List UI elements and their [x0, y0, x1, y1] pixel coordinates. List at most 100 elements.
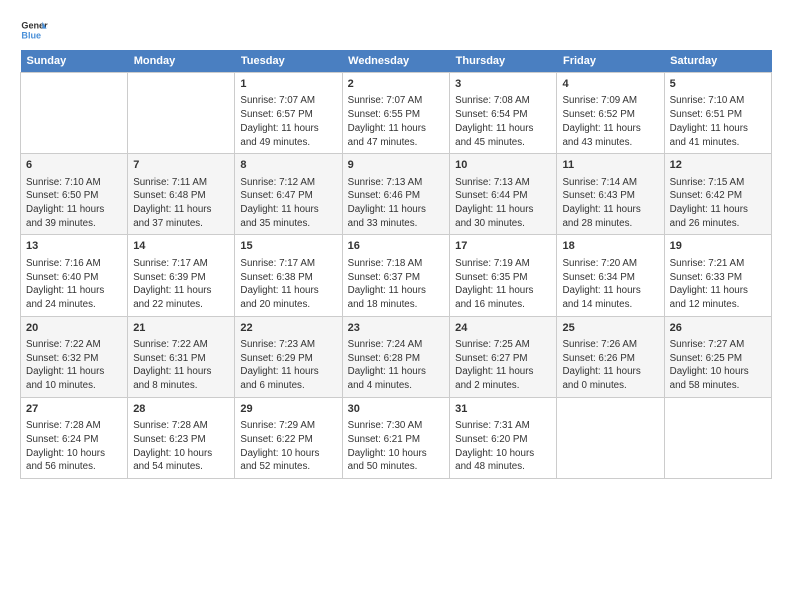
day-header-thursday: Thursday: [450, 50, 557, 73]
calendar-cell: 23Sunrise: 7:24 AM Sunset: 6:28 PM Dayli…: [342, 316, 450, 397]
day-info: Sunrise: 7:17 AM Sunset: 6:39 PM Dayligh…: [133, 257, 229, 312]
calendar-cell: 31 Sunrise: 7:31 AM Sunset: 6:20 PM Dayli…: [450, 397, 557, 478]
calendar-cell: 22 Sunrise: 7:23 AM Sunset: 6:29 PM Dayli…: [235, 316, 342, 397]
day-header-sunday: Sunday: [21, 50, 128, 73]
calendar-cell: 11 Sunrise: 7:14 AM Sunset: 6:43 PM Dayli…: [557, 154, 664, 235]
calendar-cell: 29 Sunrise: 7:29 AM Sunset: 6:22 PM Dayli…: [235, 397, 342, 478]
day-number: 28: [133, 402, 229, 417]
calendar-week-row: 27 Sunrise: 7:28 AM Sunset: 6:24 PM Dayli…: [21, 397, 772, 478]
calendar-cell: 19Sunrise: 7:21 AM Sunset: 6:33 PM Dayli…: [664, 235, 771, 316]
day-info: Sunrise: 7:07 AM Sunset: 6:55 PM Dayligh…: [348, 94, 445, 149]
logo-icon: General Blue: [20, 16, 48, 44]
day-info: Sunrise: 7:09 AM Sunset: 6:52 PM Dayligh…: [562, 94, 658, 149]
day-info: Sunrise: 7:13 AM Sunset: 6:44 PM Dayligh…: [455, 176, 551, 231]
calendar-cell: 20 Sunrise: 7:22 AM Sunset: 6:32 PM Dayli…: [21, 316, 128, 397]
calendar-cell: 17 Sunrise: 7:19 AM Sunset: 6:35 PM Dayli…: [450, 235, 557, 316]
day-info: Sunrise: 7:22 AM Sunset: 6:32 PM Dayligh…: [26, 338, 122, 393]
day-header-tuesday: Tuesday: [235, 50, 342, 73]
day-number: 13: [26, 239, 122, 254]
day-number: 12: [670, 158, 766, 173]
day-number: 25: [562, 321, 658, 336]
day-info: Sunrise: 7:25 AM Sunset: 6:27 PM Dayligh…: [455, 338, 551, 393]
day-info: Sunrise: 7:28 AM Sunset: 6:23 PM Dayligh…: [133, 419, 229, 474]
day-number: 4: [562, 77, 658, 92]
day-number: 3: [455, 77, 551, 92]
calendar-week-row: 13 Sunrise: 7:16 AM Sunset: 6:40 PM Dayli…: [21, 235, 772, 316]
calendar-cell: 26 Sunrise: 7:27 AM Sunset: 6:25 PM Dayli…: [664, 316, 771, 397]
day-info: Sunrise: 7:16 AM Sunset: 6:40 PM Dayligh…: [26, 257, 122, 312]
day-number: 14: [133, 239, 229, 254]
day-number: 26: [670, 321, 766, 336]
day-info: Sunrise: 7:30 AM Sunset: 6:21 PM Dayligh…: [348, 419, 445, 474]
calendar-header-row: SundayMondayTuesdayWednesdayThursdayFrid…: [21, 50, 772, 73]
day-number: 7: [133, 158, 229, 173]
calendar-cell: 21 Sunrise: 7:22 AM Sunset: 6:31 PM Dayli…: [128, 316, 235, 397]
calendar-cell: 15 Sunrise: 7:17 AM Sunset: 6:38 PM Dayli…: [235, 235, 342, 316]
calendar-cell: [664, 397, 771, 478]
calendar-cell: 14 Sunrise: 7:17 AM Sunset: 6:39 PM Dayli…: [128, 235, 235, 316]
day-info: Sunrise: 7:27 AM Sunset: 6:25 PM Dayligh…: [670, 338, 766, 393]
day-number: 20: [26, 321, 122, 336]
calendar-cell: [128, 73, 235, 154]
calendar-week-row: 20 Sunrise: 7:22 AM Sunset: 6:32 PM Dayli…: [21, 316, 772, 397]
day-header-wednesday: Wednesday: [342, 50, 450, 73]
calendar-cell: 30 Sunrise: 7:30 AM Sunset: 6:21 PM Dayli…: [342, 397, 450, 478]
day-info: Sunrise: 7:12 AM Sunset: 6:47 PM Dayligh…: [240, 176, 336, 231]
calendar-cell: 9Sunrise: 7:13 AM Sunset: 6:46 PM Daylig…: [342, 154, 450, 235]
day-number: 5: [670, 77, 766, 92]
day-info: Sunrise: 7:17 AM Sunset: 6:38 PM Dayligh…: [240, 257, 336, 312]
calendar-cell: 16 Sunrise: 7:18 AM Sunset: 6:37 PM Dayli…: [342, 235, 450, 316]
day-info: Sunrise: 7:31 AM Sunset: 6:20 PM Dayligh…: [455, 419, 551, 474]
day-number: 16: [348, 239, 445, 254]
day-number: 6: [26, 158, 122, 173]
calendar-cell: 10 Sunrise: 7:13 AM Sunset: 6:44 PM Dayli…: [450, 154, 557, 235]
calendar-cell: 24Sunrise: 7:25 AM Sunset: 6:27 PM Dayli…: [450, 316, 557, 397]
day-info: Sunrise: 7:13 AM Sunset: 6:46 PM Dayligh…: [348, 176, 445, 231]
day-info: Sunrise: 7:07 AM Sunset: 6:57 PM Dayligh…: [240, 94, 336, 149]
day-info: Sunrise: 7:18 AM Sunset: 6:37 PM Dayligh…: [348, 257, 445, 312]
day-number: 21: [133, 321, 229, 336]
calendar-cell: 27 Sunrise: 7:28 AM Sunset: 6:24 PM Dayli…: [21, 397, 128, 478]
day-number: 2: [348, 77, 445, 92]
calendar-cell: [557, 397, 664, 478]
day-info: Sunrise: 7:28 AM Sunset: 6:24 PM Dayligh…: [26, 419, 122, 474]
day-number: 17: [455, 239, 551, 254]
calendar-cell: 28 Sunrise: 7:28 AM Sunset: 6:23 PM Dayli…: [128, 397, 235, 478]
calendar-week-row: 1Sunrise: 7:07 AM Sunset: 6:57 PM Daylig…: [21, 73, 772, 154]
day-number: 27: [26, 402, 122, 417]
day-number: 11: [562, 158, 658, 173]
calendar-cell: 25Sunrise: 7:26 AM Sunset: 6:26 PM Dayli…: [557, 316, 664, 397]
calendar-cell: 18Sunrise: 7:20 AM Sunset: 6:34 PM Dayli…: [557, 235, 664, 316]
day-info: Sunrise: 7:10 AM Sunset: 6:50 PM Dayligh…: [26, 176, 122, 231]
calendar-cell: 4 Sunrise: 7:09 AM Sunset: 6:52 PM Daylig…: [557, 73, 664, 154]
calendar-cell: 13 Sunrise: 7:16 AM Sunset: 6:40 PM Dayli…: [21, 235, 128, 316]
calendar-cell: 8Sunrise: 7:12 AM Sunset: 6:47 PM Daylig…: [235, 154, 342, 235]
day-number: 10: [455, 158, 551, 173]
day-number: 22: [240, 321, 336, 336]
calendar-cell: 2 Sunrise: 7:07 AM Sunset: 6:55 PM Daylig…: [342, 73, 450, 154]
logo: General Blue: [20, 16, 52, 44]
day-info: Sunrise: 7:22 AM Sunset: 6:31 PM Dayligh…: [133, 338, 229, 393]
day-info: Sunrise: 7:24 AM Sunset: 6:28 PM Dayligh…: [348, 338, 445, 393]
day-info: Sunrise: 7:21 AM Sunset: 6:33 PM Dayligh…: [670, 257, 766, 312]
calendar-cell: 7 Sunrise: 7:11 AM Sunset: 6:48 PM Daylig…: [128, 154, 235, 235]
calendar-cell: 3Sunrise: 7:08 AM Sunset: 6:54 PM Daylig…: [450, 73, 557, 154]
day-info: Sunrise: 7:29 AM Sunset: 6:22 PM Dayligh…: [240, 419, 336, 474]
page-header: General Blue: [20, 16, 772, 44]
day-info: Sunrise: 7:19 AM Sunset: 6:35 PM Dayligh…: [455, 257, 551, 312]
day-info: Sunrise: 7:15 AM Sunset: 6:42 PM Dayligh…: [670, 176, 766, 231]
calendar-cell: 1Sunrise: 7:07 AM Sunset: 6:57 PM Daylig…: [235, 73, 342, 154]
day-info: Sunrise: 7:11 AM Sunset: 6:48 PM Dayligh…: [133, 176, 229, 231]
day-info: Sunrise: 7:10 AM Sunset: 6:51 PM Dayligh…: [670, 94, 766, 149]
day-info: Sunrise: 7:20 AM Sunset: 6:34 PM Dayligh…: [562, 257, 658, 312]
day-number: 31: [455, 402, 551, 417]
calendar: SundayMondayTuesdayWednesdayThursdayFrid…: [20, 50, 772, 479]
calendar-cell: 6 Sunrise: 7:10 AM Sunset: 6:50 PM Daylig…: [21, 154, 128, 235]
day-info: Sunrise: 7:14 AM Sunset: 6:43 PM Dayligh…: [562, 176, 658, 231]
day-info: Sunrise: 7:23 AM Sunset: 6:29 PM Dayligh…: [240, 338, 336, 393]
day-number: 30: [348, 402, 445, 417]
day-header-friday: Friday: [557, 50, 664, 73]
calendar-cell: 5 Sunrise: 7:10 AM Sunset: 6:51 PM Daylig…: [664, 73, 771, 154]
day-number: 29: [240, 402, 336, 417]
day-number: 15: [240, 239, 336, 254]
